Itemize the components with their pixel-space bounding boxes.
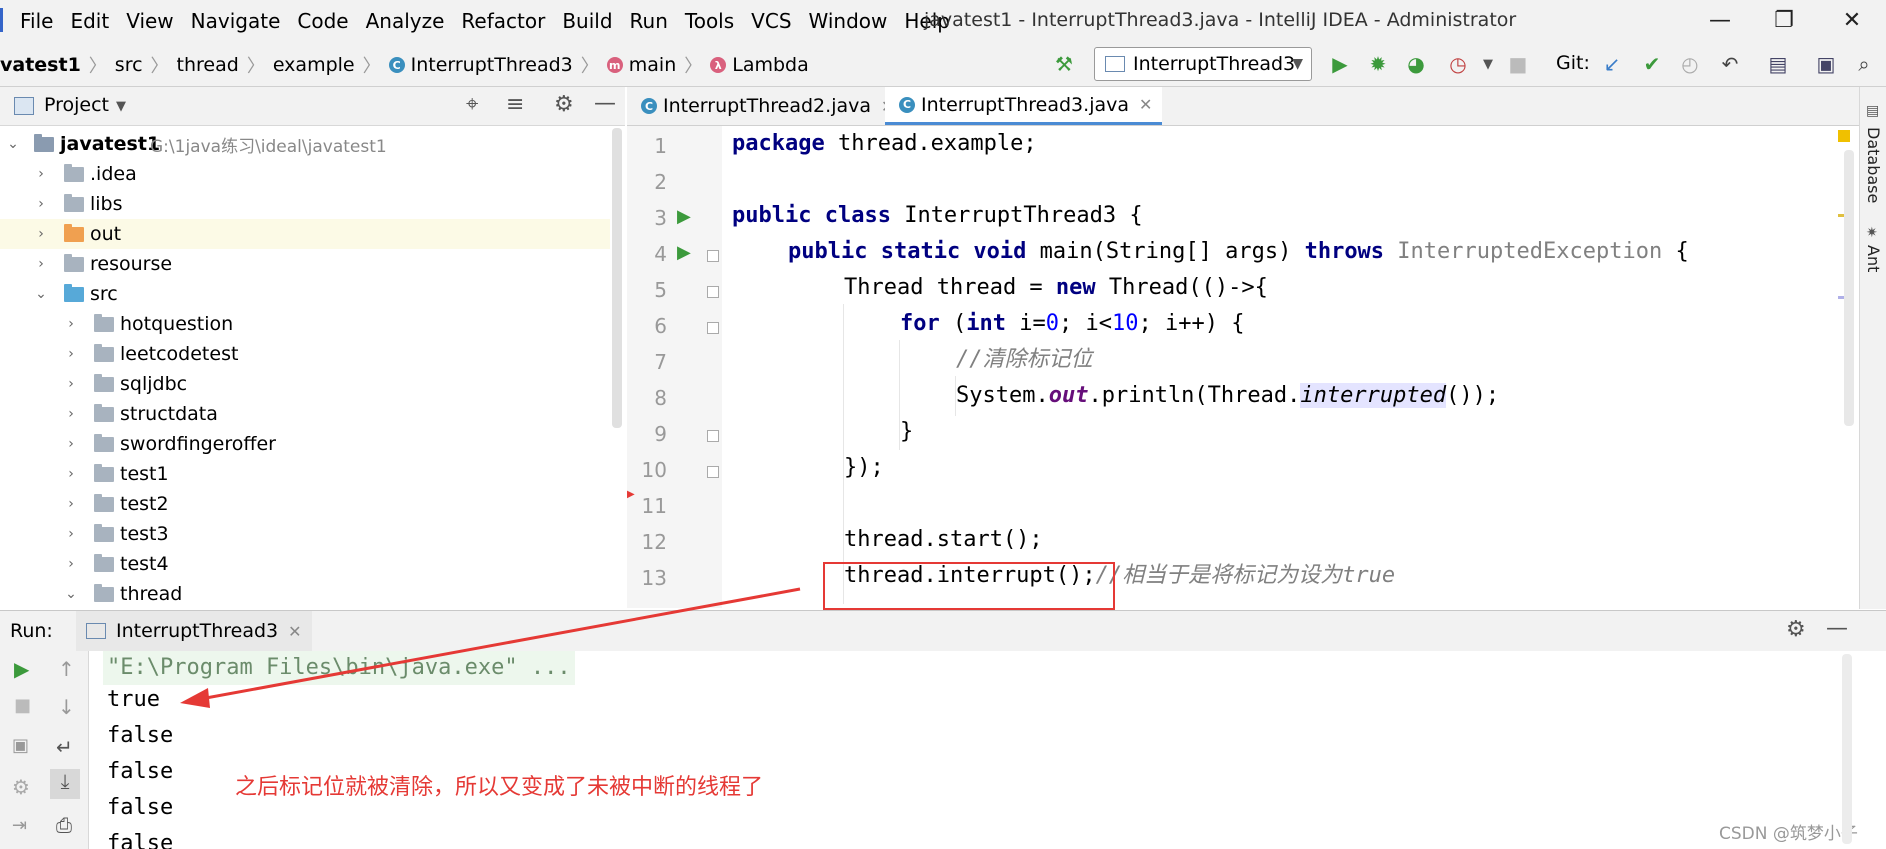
arrow-line — [194, 587, 801, 702]
arrowhead — [180, 688, 210, 708]
annotation-arrow — [180, 587, 801, 708]
